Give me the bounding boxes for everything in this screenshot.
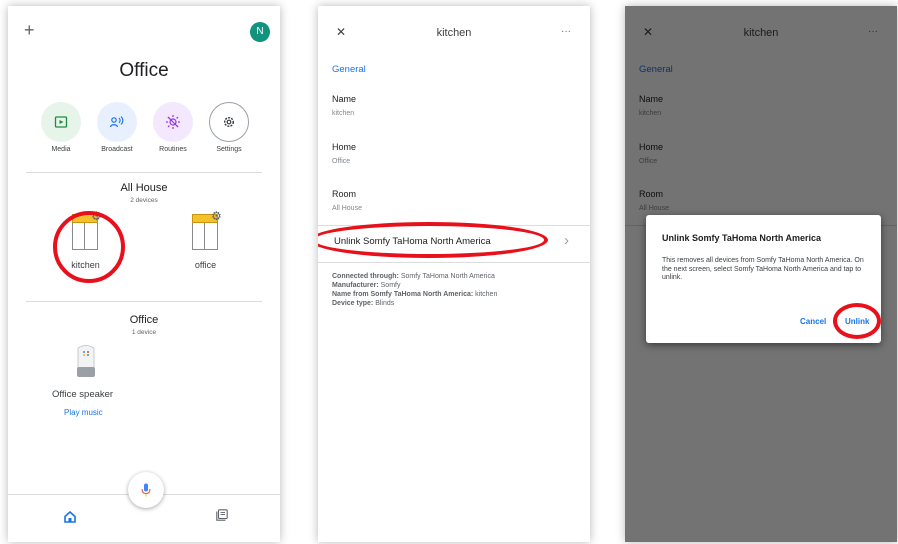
highlight-ring-kitchen xyxy=(53,211,125,283)
media-button[interactable] xyxy=(41,102,81,142)
highlight-ring-unlink xyxy=(318,222,548,258)
info-line: Connected through: Somfy TaHoma North Am… xyxy=(332,272,497,281)
mic-button[interactable] xyxy=(128,472,164,508)
info-line: Device type: Blinds xyxy=(332,299,497,308)
info-key: Name from Somfy TaHoma North America: xyxy=(332,291,474,298)
speaker-icon[interactable] xyxy=(74,344,98,378)
mic-icon xyxy=(141,483,151,497)
add-button[interactable]: + xyxy=(24,20,35,41)
highlight-ring-unlink-button xyxy=(833,303,881,339)
play-music-link[interactable]: Play music xyxy=(64,408,103,417)
broadcast-label: Broadcast xyxy=(101,146,133,153)
info-key: Device type: xyxy=(332,300,374,307)
broadcast-button[interactable] xyxy=(97,102,137,142)
group-title-office: Office xyxy=(129,314,159,326)
divider xyxy=(26,172,262,173)
info-key: Connected through: xyxy=(332,273,399,280)
unlink-dialog-screen: ✕ kitchen ··· General Name kitchen Home … xyxy=(625,6,897,542)
section-general: General xyxy=(332,64,366,75)
divider xyxy=(26,301,262,302)
room-field-label[interactable]: Room xyxy=(332,189,356,199)
home-field-value: Office xyxy=(332,158,351,165)
broadcast-icon xyxy=(109,116,124,128)
feed-icon[interactable] xyxy=(216,508,228,526)
media-icon xyxy=(54,116,68,128)
group-device-count: 1 device xyxy=(131,329,157,336)
device-label-office: office xyxy=(194,260,217,270)
routines-label: Routines xyxy=(159,146,187,153)
info-value: Somfy xyxy=(380,282,401,289)
speaker-label: Office speaker xyxy=(52,389,114,400)
routines-icon xyxy=(166,115,180,129)
routines-button[interactable] xyxy=(153,102,193,142)
home-icon[interactable] xyxy=(64,510,76,528)
more-options-icon[interactable]: ··· xyxy=(561,26,571,37)
group-device-count: 2 devices xyxy=(130,197,158,204)
home-field-label[interactable]: Home xyxy=(332,142,356,152)
settings-icon xyxy=(223,116,235,128)
settings-label: Settings xyxy=(216,146,242,153)
info-line: Name from Somfy TaHoma North America: ki… xyxy=(332,290,497,299)
screen-title: kitchen xyxy=(436,27,472,39)
home-screen: + N Office Media Broadcast Routines Sett… xyxy=(8,6,280,542)
settings-button[interactable] xyxy=(209,102,249,142)
home-title: Office xyxy=(119,60,169,81)
group-title-all-house: All House xyxy=(120,182,168,194)
name-field-value: kitchen xyxy=(332,110,355,117)
info-line: Manufacturer: Somfy xyxy=(332,281,497,290)
info-value: kitchen xyxy=(475,291,498,298)
chevron-right-icon: › xyxy=(564,232,569,249)
info-key: Manufacturer: xyxy=(332,282,379,289)
info-value: Blinds xyxy=(375,300,395,307)
dialog-title: Unlink Somfy TaHoma North America xyxy=(662,233,822,243)
account-avatar[interactable]: N xyxy=(250,22,270,42)
room-field-value: All House xyxy=(332,205,362,212)
info-value: Somfy TaHoma North America xyxy=(400,273,495,280)
device-settings-screen: ✕ kitchen ··· General Name kitchen Home … xyxy=(318,6,590,542)
device-info: Connected through: Somfy TaHoma North Am… xyxy=(332,272,497,308)
gear-icon: ⚙ xyxy=(211,209,222,223)
media-label: Media xyxy=(51,146,71,153)
divider xyxy=(318,262,590,263)
cancel-button[interactable]: Cancel xyxy=(800,317,826,326)
dialog-body: This removes all devices from Somfy TaHo… xyxy=(662,257,864,281)
name-field-label[interactable]: Name xyxy=(332,94,356,104)
